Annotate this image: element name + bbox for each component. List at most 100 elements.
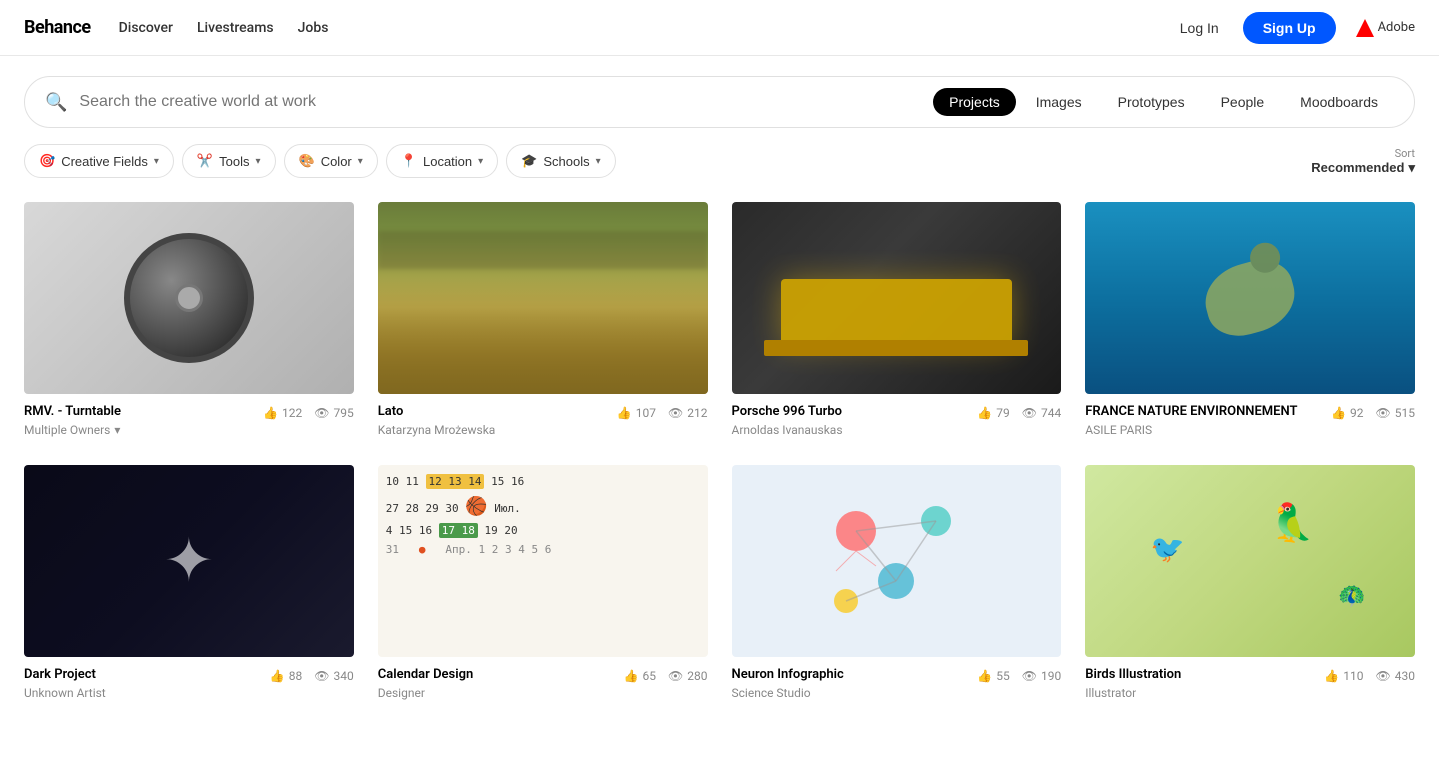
project-meta: Neuron Infographic Science Studio 👍 55 👁… — [732, 667, 1062, 700]
project-card[interactable]: FRANCE NATURE ENVIRONNEMENT ASILE PARIS … — [1085, 202, 1415, 441]
views-count: 430 — [1395, 669, 1415, 683]
signup-button[interactable]: Sign Up — [1243, 12, 1336, 44]
login-button[interactable]: Log In — [1168, 14, 1231, 42]
project-stats: 👍 122 👁 795 — [263, 406, 354, 420]
project-thumbnail — [1085, 202, 1415, 394]
likes-stat: 👍 92 — [1331, 406, 1363, 420]
likes-stat: 👍 107 — [617, 406, 656, 420]
eye-icon: 👁 — [1376, 669, 1391, 683]
project-title: FRANCE NATURE ENVIRONNEMENT — [1085, 404, 1297, 421]
eye-icon: 👁 — [1022, 406, 1037, 420]
search-bar: 🔍 Projects Images Prototypes People Mood… — [24, 76, 1415, 128]
views-count: 744 — [1041, 406, 1061, 420]
project-owner: Science Studio — [732, 686, 844, 700]
views-stat: 👁 795 — [314, 406, 353, 420]
project-owner: Illustrator — [1085, 686, 1181, 700]
project-thumbnail: ✦ — [24, 465, 354, 657]
color-icon: 🎨 — [299, 153, 315, 169]
chevron-down-icon: ▾ — [478, 156, 483, 167]
creative-fields-filter[interactable]: 🎯 Creative Fields ▾ — [24, 144, 174, 178]
nav-links: Discover Livestreams Jobs — [119, 20, 329, 36]
views-stat: 👁 430 — [1376, 669, 1415, 683]
tab-projects[interactable]: Projects — [933, 88, 1016, 116]
project-thumbnail — [732, 465, 1062, 657]
views-count: 212 — [687, 406, 707, 420]
chevron-down-icon: ▾ — [1408, 160, 1415, 176]
likes-stat: 👍 122 — [263, 406, 302, 420]
views-stat: 👁 340 — [314, 669, 353, 683]
chevron-down-icon: ▾ — [154, 156, 159, 167]
views-count: 190 — [1041, 669, 1061, 683]
like-icon: 👍 — [270, 669, 285, 683]
schools-icon: 🎓 — [521, 153, 537, 169]
tab-moodboards[interactable]: Moodboards — [1284, 88, 1394, 116]
chevron-down-icon: ▾ — [114, 423, 120, 437]
project-stats: 👍 79 👁 744 — [977, 406, 1061, 420]
project-card[interactable]: Neuron Infographic Science Studio 👍 55 👁… — [732, 465, 1062, 704]
project-info: RMV. - Turntable Multiple Owners ▾ 👍 122… — [24, 394, 354, 441]
like-icon: 👍 — [1331, 406, 1346, 420]
nav-livestreams[interactable]: Livestreams — [197, 20, 274, 36]
color-filter[interactable]: 🎨 Color ▾ — [284, 144, 378, 178]
tab-images[interactable]: Images — [1020, 88, 1098, 116]
tools-filter[interactable]: ✂️ Tools ▾ — [182, 144, 276, 178]
schools-filter[interactable]: 🎓 Schools ▾ — [506, 144, 615, 178]
eye-icon: 👁 — [314, 406, 329, 420]
project-thumbnail: 🦜 🐦 🦚 — [1085, 465, 1415, 657]
sort-button[interactable]: Recommended ▾ — [1311, 160, 1415, 176]
likes-stat: 👍 88 — [270, 669, 302, 683]
project-info: Calendar Design Designer 👍 65 👁 280 — [378, 657, 708, 704]
eye-icon: 👁 — [314, 669, 329, 683]
likes-count: 92 — [1350, 406, 1364, 420]
project-card[interactable]: 10 11 12 13 14 15 16 27 28 29 30 🏀 Июл. … — [378, 465, 708, 704]
likes-count: 79 — [996, 406, 1010, 420]
project-info: Dark Project Unknown Artist 👍 88 👁 340 — [24, 657, 354, 704]
like-icon: 👍 — [977, 669, 992, 683]
project-info: Neuron Infographic Science Studio 👍 55 👁… — [732, 657, 1062, 704]
likes-count: 55 — [996, 669, 1010, 683]
nav-discover[interactable]: Discover — [119, 20, 173, 36]
like-icon: 👍 — [617, 406, 632, 420]
tab-prototypes[interactable]: Prototypes — [1102, 88, 1201, 116]
tab-people[interactable]: People — [1205, 88, 1281, 116]
likes-count: 65 — [643, 669, 657, 683]
project-card[interactable]: 🦜 🐦 🦚 Birds Illustration Illustrator 👍 1… — [1085, 465, 1415, 704]
navbar-right: Log In Sign Up Adobe — [1168, 12, 1415, 44]
nav-jobs[interactable]: Jobs — [298, 20, 329, 36]
like-icon: 👍 — [1324, 669, 1339, 683]
project-card[interactable]: ✦ Dark Project Unknown Artist 👍 88 👁 — [24, 465, 354, 704]
project-owner: Unknown Artist — [24, 686, 106, 700]
logo: Behance — [24, 17, 91, 38]
likes-stat: 👍 79 — [977, 406, 1009, 420]
project-thumbnail — [378, 202, 708, 394]
project-title: RMV. - Turntable — [24, 404, 121, 421]
project-card[interactable]: Lato Katarzyna Mrożewska 👍 107 👁 212 — [378, 202, 708, 441]
likes-count: 110 — [1343, 669, 1363, 683]
search-input[interactable] — [79, 93, 917, 111]
like-icon: 👍 — [624, 669, 639, 683]
project-stats: 👍 88 👁 340 — [270, 669, 354, 683]
project-stats: 👍 65 👁 280 — [624, 669, 708, 683]
adobe-icon — [1356, 19, 1374, 37]
views-count: 795 — [334, 406, 354, 420]
likes-count: 122 — [282, 406, 302, 420]
chevron-down-icon: ▾ — [255, 156, 260, 167]
project-owner: Multiple Owners ▾ — [24, 423, 121, 437]
views-stat: 👁 190 — [1022, 669, 1061, 683]
like-icon: 👍 — [977, 406, 992, 420]
chevron-down-icon: ▾ — [596, 156, 601, 167]
project-owner: Katarzyna Mrożewska — [378, 423, 496, 437]
project-stats: 👍 110 👁 430 — [1324, 669, 1415, 683]
sort-container: Sort Recommended ▾ — [1311, 147, 1415, 176]
location-filter[interactable]: 📍 Location ▾ — [386, 144, 498, 178]
project-title: Birds Illustration — [1085, 667, 1181, 684]
filters-bar: 🎯 Creative Fields ▾ ✂️ Tools ▾ 🎨 Color ▾… — [0, 128, 1439, 194]
project-meta: Lato Katarzyna Mrożewska 👍 107 👁 212 — [378, 404, 708, 437]
chevron-down-icon: ▾ — [358, 156, 363, 167]
project-thumbnail: 10 11 12 13 14 15 16 27 28 29 30 🏀 Июл. … — [378, 465, 708, 657]
project-card[interactable]: Porsche 996 Turbo Arnoldas Ivanauskas 👍 … — [732, 202, 1062, 441]
creative-fields-icon: 🎯 — [39, 153, 55, 169]
project-stats: 👍 107 👁 212 — [617, 406, 708, 420]
project-card[interactable]: RMV. - Turntable Multiple Owners ▾ 👍 122… — [24, 202, 354, 441]
likes-stat: 👍 110 — [1324, 669, 1363, 683]
